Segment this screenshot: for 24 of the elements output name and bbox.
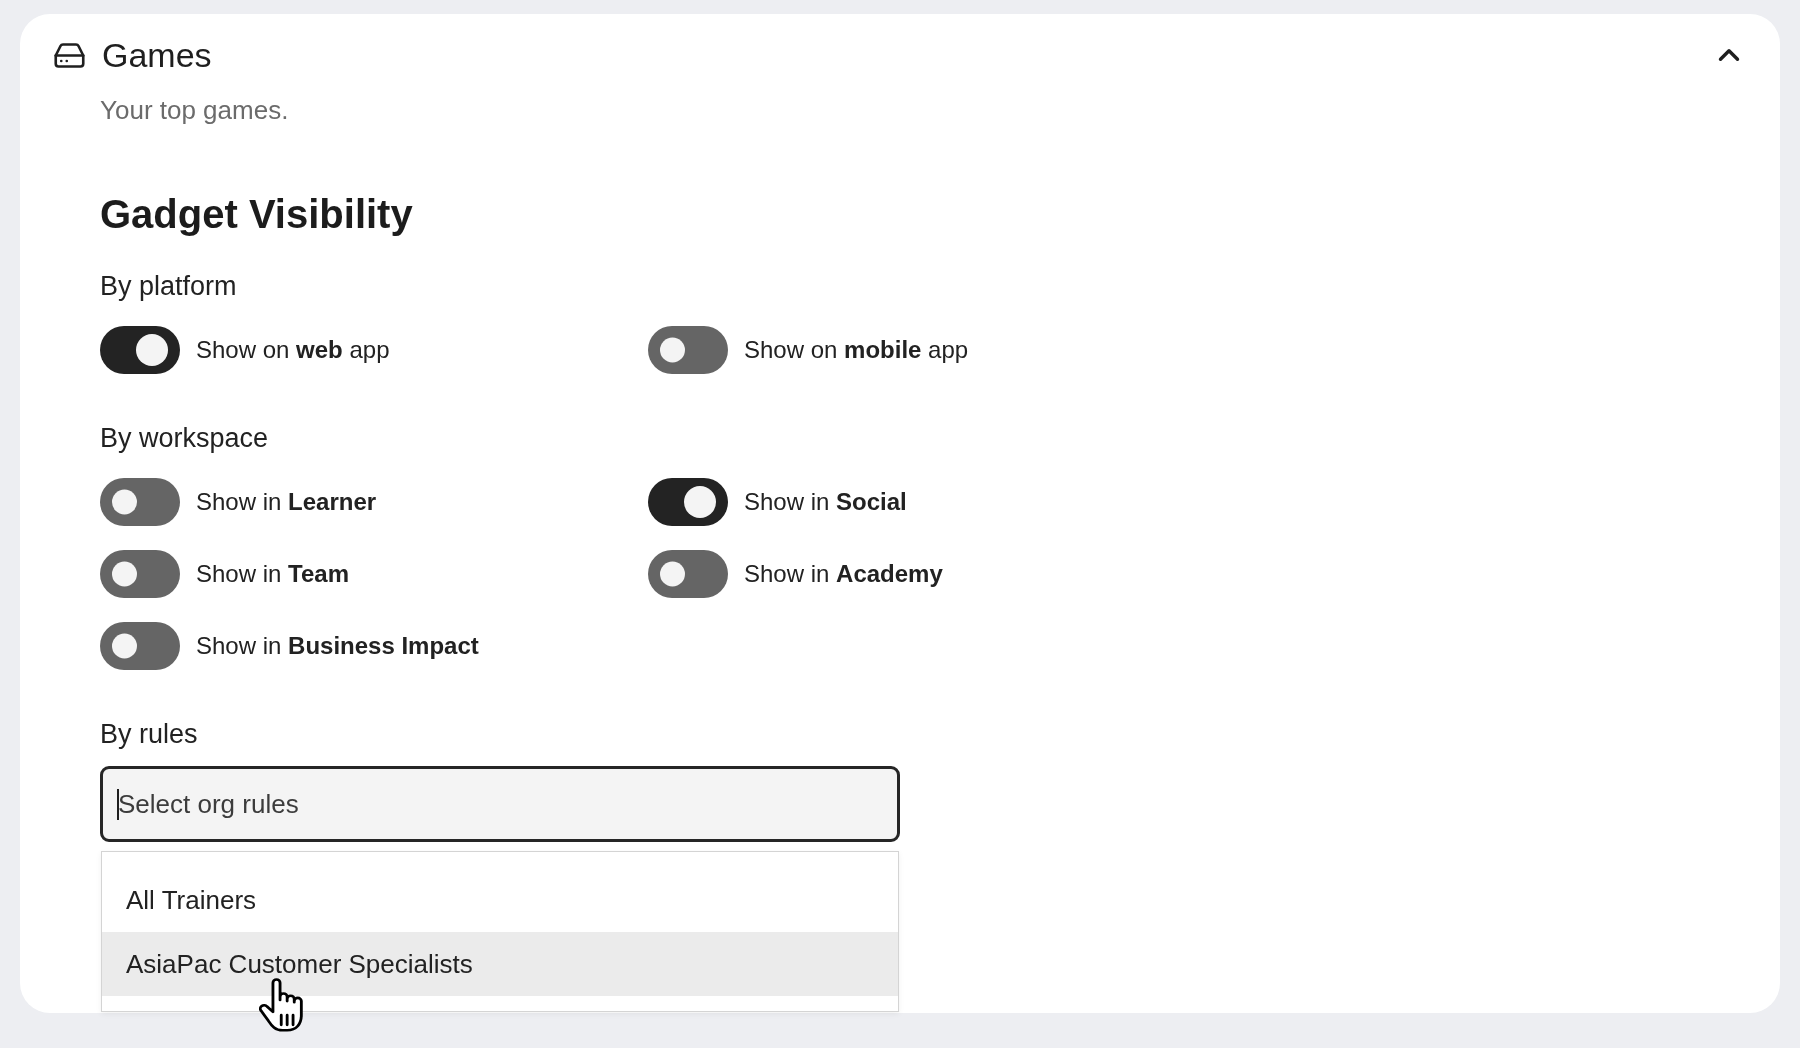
toggle-switch[interactable] [648, 550, 728, 598]
visibility-heading: Gadget Visibility [100, 191, 413, 238]
group-label: By workspace [100, 422, 269, 455]
toggle-switch[interactable] [100, 326, 180, 374]
toggle-label: Show in Business Impact [196, 631, 479, 661]
text-cursor-icon [117, 789, 119, 820]
group-label: By rules [100, 718, 198, 751]
dropdown-option[interactable]: All Trainers [102, 868, 898, 932]
toggle-label: Show on mobile app [744, 335, 969, 365]
toggle-switch[interactable] [100, 550, 180, 598]
toggle-label: Show in Academy [744, 559, 943, 589]
toggle-label: Show in Social [744, 487, 907, 517]
toggle-switch[interactable] [648, 478, 728, 526]
toggle-switch[interactable] [100, 622, 180, 670]
toggle-label: Show in Team [196, 559, 349, 589]
select-field[interactable]: Select org rules [100, 766, 900, 842]
toggle-switch[interactable] [648, 326, 728, 374]
toggle-label: Show on web app [196, 335, 390, 365]
toggle-label: Show in Learner [196, 487, 377, 517]
group-label: By platform [100, 270, 237, 303]
section-subtitle: Your top games. [100, 94, 289, 126]
toggle-switch[interactable] [100, 478, 180, 526]
section-title: Games [102, 38, 212, 72]
dropdown-option[interactable]: AsiaPac Customer Specialists [102, 932, 898, 996]
